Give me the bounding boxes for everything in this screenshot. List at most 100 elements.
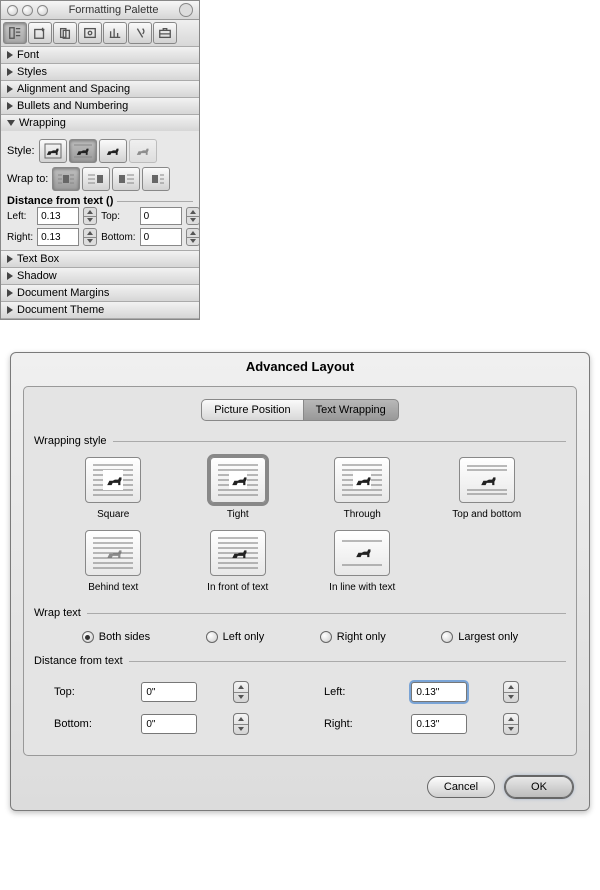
distance-grid: Top: Left: Bottom: Right: <box>34 673 566 743</box>
disclosure-right-icon <box>7 68 13 76</box>
wrap-inline-button[interactable] <box>334 530 390 576</box>
close-window-button[interactable] <box>7 5 18 16</box>
wraptext-radios: Both sides Left only Right only Largest … <box>34 625 566 649</box>
toolbar-chart-icon[interactable] <box>103 22 127 44</box>
section-wrapping[interactable]: Wrapping <box>1 115 199 131</box>
section-textbox[interactable]: Text Box <box>1 251 199 267</box>
section-bullets[interactable]: Bullets and Numbering <box>1 98 199 114</box>
dist-bottom-label: Bottom: <box>101 232 135 243</box>
wrap-behind-label: Behind text <box>88 582 138 593</box>
section-font[interactable]: Font <box>1 47 199 63</box>
wrap-style-none-icon[interactable] <box>129 139 157 163</box>
wrap-style-square-icon[interactable] <box>39 139 67 163</box>
wrap-behind-button[interactable] <box>85 530 141 576</box>
palette-title: Formatting Palette <box>52 4 175 16</box>
wrapto-largest-icon[interactable] <box>142 167 170 191</box>
wrapto-right-icon[interactable] <box>112 167 140 191</box>
wrap-through-label: Through <box>344 509 381 520</box>
radio-icon <box>441 631 453 643</box>
palette-toolbar <box>1 20 199 47</box>
wrap-through-button[interactable] <box>334 457 390 503</box>
dlg-left-stepper[interactable] <box>503 681 519 703</box>
disclosure-right-icon <box>7 289 13 297</box>
style-label: Style: <box>7 145 35 157</box>
disclosure-right-icon <box>7 272 13 280</box>
wrap-front-label: In front of text <box>207 582 268 593</box>
cancel-button[interactable]: Cancel <box>427 776 495 798</box>
wrap-tight-label: Tight <box>227 509 249 520</box>
disclosure-right-icon <box>7 85 13 93</box>
radio-largest-only[interactable]: Largest only <box>441 631 518 643</box>
wrapto-left-icon[interactable] <box>82 167 110 191</box>
section-theme[interactable]: Document Theme <box>1 302 199 318</box>
dist-top-label: Top: <box>101 211 135 222</box>
wrap-tight-button[interactable] <box>210 457 266 503</box>
minimize-window-button[interactable] <box>22 5 33 16</box>
wraptext-label: Wrap text <box>34 607 81 619</box>
dialog-tabs: Picture Position Text Wrapping <box>34 399 566 421</box>
dlg-top-stepper[interactable] <box>233 681 249 703</box>
dist-bottom-input[interactable] <box>140 228 182 246</box>
dist-left-label: Left: <box>7 211 33 222</box>
dist-bottom-stepper[interactable] <box>186 228 200 246</box>
dist-top-stepper[interactable] <box>186 207 200 225</box>
traffic-lights <box>7 5 48 16</box>
distance-label: Distance from text <box>34 655 123 667</box>
disclosure-right-icon <box>7 51 13 59</box>
section-margins[interactable]: Document Margins <box>1 285 199 301</box>
radio-both-sides[interactable]: Both sides <box>82 631 150 643</box>
dist-left-input[interactable] <box>37 207 79 225</box>
wrap-front-button[interactable] <box>210 530 266 576</box>
dlg-bottom-input[interactable] <box>141 714 197 734</box>
formatting-palette: Formatting Palette Font Styles Alignment… <box>0 0 200 320</box>
dlg-right-input[interactable] <box>411 714 467 734</box>
wrap-style-tight-icon[interactable] <box>69 139 97 163</box>
dist-right-label: Right: <box>7 232 33 243</box>
palette-collapse-button[interactable] <box>179 3 193 17</box>
toolbar-clipboard-icon[interactable] <box>53 22 77 44</box>
toolbar-tools-icon[interactable] <box>128 22 152 44</box>
wrap-style-through-icon[interactable] <box>99 139 127 163</box>
dlg-right-stepper[interactable] <box>503 713 519 735</box>
wrap-topbottom-label: Top and bottom <box>452 509 521 520</box>
disclosure-down-icon <box>7 120 15 126</box>
dlg-right-label: Right: <box>324 718 376 730</box>
toolbar-briefcase-icon[interactable] <box>153 22 177 44</box>
wrapping-body: Style: Wrap to: Distance from text () <box>1 131 199 250</box>
dlg-bottom-label: Bottom: <box>54 718 106 730</box>
toolbar-media-icon[interactable] <box>78 22 102 44</box>
dist-right-input[interactable] <box>37 228 79 246</box>
wrap-topbottom-button[interactable] <box>459 457 515 503</box>
radio-left-only[interactable]: Left only <box>206 631 265 643</box>
tab-picture-position[interactable]: Picture Position <box>201 399 302 421</box>
toolbar-formatting-icon[interactable] <box>3 22 27 44</box>
wrap-square-button[interactable] <box>85 457 141 503</box>
dlg-top-input[interactable] <box>141 682 197 702</box>
section-shadow[interactable]: Shadow <box>1 268 199 284</box>
wrapping-style-grid: Square Tight Through Top and bottom Behi… <box>34 453 566 601</box>
dlg-left-input[interactable] <box>411 682 467 702</box>
toolbar-add-object-icon[interactable] <box>28 22 52 44</box>
dialog-title: Advanced Layout <box>11 353 589 380</box>
dlg-bottom-stepper[interactable] <box>233 713 249 735</box>
dist-left-stepper[interactable] <box>83 207 97 225</box>
distance-header: Distance from text () <box>7 195 113 207</box>
dist-top-input[interactable] <box>140 207 182 225</box>
wrap-square-label: Square <box>97 509 129 520</box>
dist-right-stepper[interactable] <box>83 228 97 246</box>
section-alignment[interactable]: Alignment and Spacing <box>1 81 199 97</box>
wrapto-label: Wrap to: <box>7 173 48 185</box>
disclosure-right-icon <box>7 306 13 314</box>
wrap-inline-label: In line with text <box>329 582 395 593</box>
tab-text-wrapping[interactable]: Text Wrapping <box>303 399 399 421</box>
radio-icon <box>206 631 218 643</box>
dlg-left-label: Left: <box>324 686 376 698</box>
ok-button[interactable]: OK <box>505 776 573 798</box>
advanced-layout-dialog: Advanced Layout Picture Position Text Wr… <box>10 352 590 811</box>
radio-right-only[interactable]: Right only <box>320 631 386 643</box>
section-styles[interactable]: Styles <box>1 64 199 80</box>
wrapto-both-icon[interactable] <box>52 167 80 191</box>
zoom-window-button[interactable] <box>37 5 48 16</box>
palette-titlebar[interactable]: Formatting Palette <box>1 1 199 20</box>
radio-icon <box>82 631 94 643</box>
